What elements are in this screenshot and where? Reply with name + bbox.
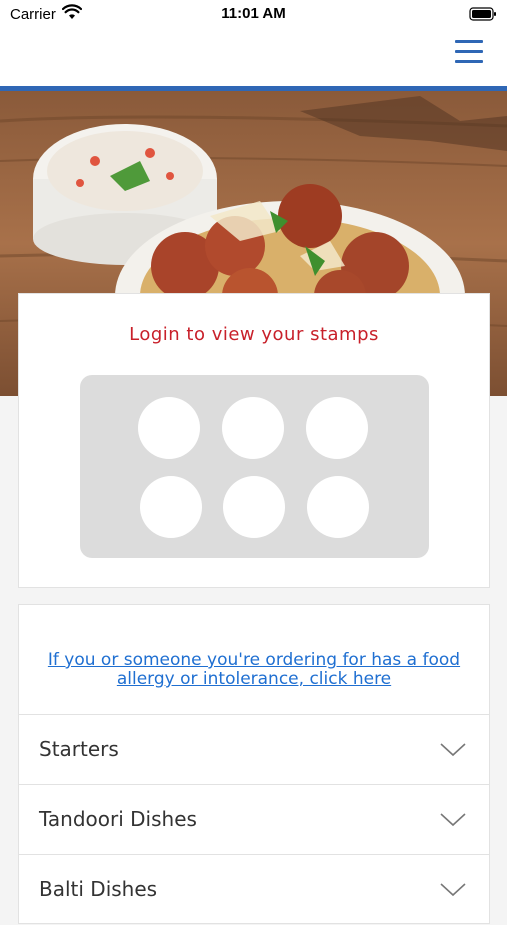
stamp-slot <box>223 476 285 538</box>
menu-category-label: Tandoori Dishes <box>39 807 197 831</box>
stamp-slot <box>307 476 369 538</box>
stamp-grid <box>80 375 429 558</box>
chevron-down-icon <box>439 812 467 832</box>
stamp-slot <box>140 476 202 538</box>
menu-category-tandoori-dishes[interactable]: Tandoori Dishes <box>19 784 489 855</box>
battery-icon <box>469 7 497 26</box>
status-bar: Carrier 11:01 AM <box>0 0 507 30</box>
top-nav-bar <box>0 30 507 86</box>
hamburger-menu-icon[interactable] <box>455 40 483 66</box>
login-to-view-stamps-link[interactable]: Login to view your stamps <box>19 324 489 345</box>
stamp-slot <box>138 397 200 459</box>
menu-category-balti-dishes[interactable]: Balti Dishes <box>19 854 489 925</box>
stamp-slot <box>222 397 284 459</box>
chevron-down-icon <box>439 882 467 902</box>
stamp-card: Login to view your stamps <box>18 293 490 588</box>
menu-category-starters[interactable]: Starters <box>19 714 489 785</box>
menu-card: If you or someone you're ordering for ha… <box>18 604 490 924</box>
stamp-slot <box>306 397 368 459</box>
menu-category-label: Starters <box>39 737 119 761</box>
allergy-info-link[interactable]: If you or someone you're ordering for ha… <box>39 651 469 689</box>
menu-category-label: Balti Dishes <box>39 877 158 901</box>
clock: 11:01 AM <box>221 5 286 22</box>
chevron-down-icon <box>439 742 467 762</box>
